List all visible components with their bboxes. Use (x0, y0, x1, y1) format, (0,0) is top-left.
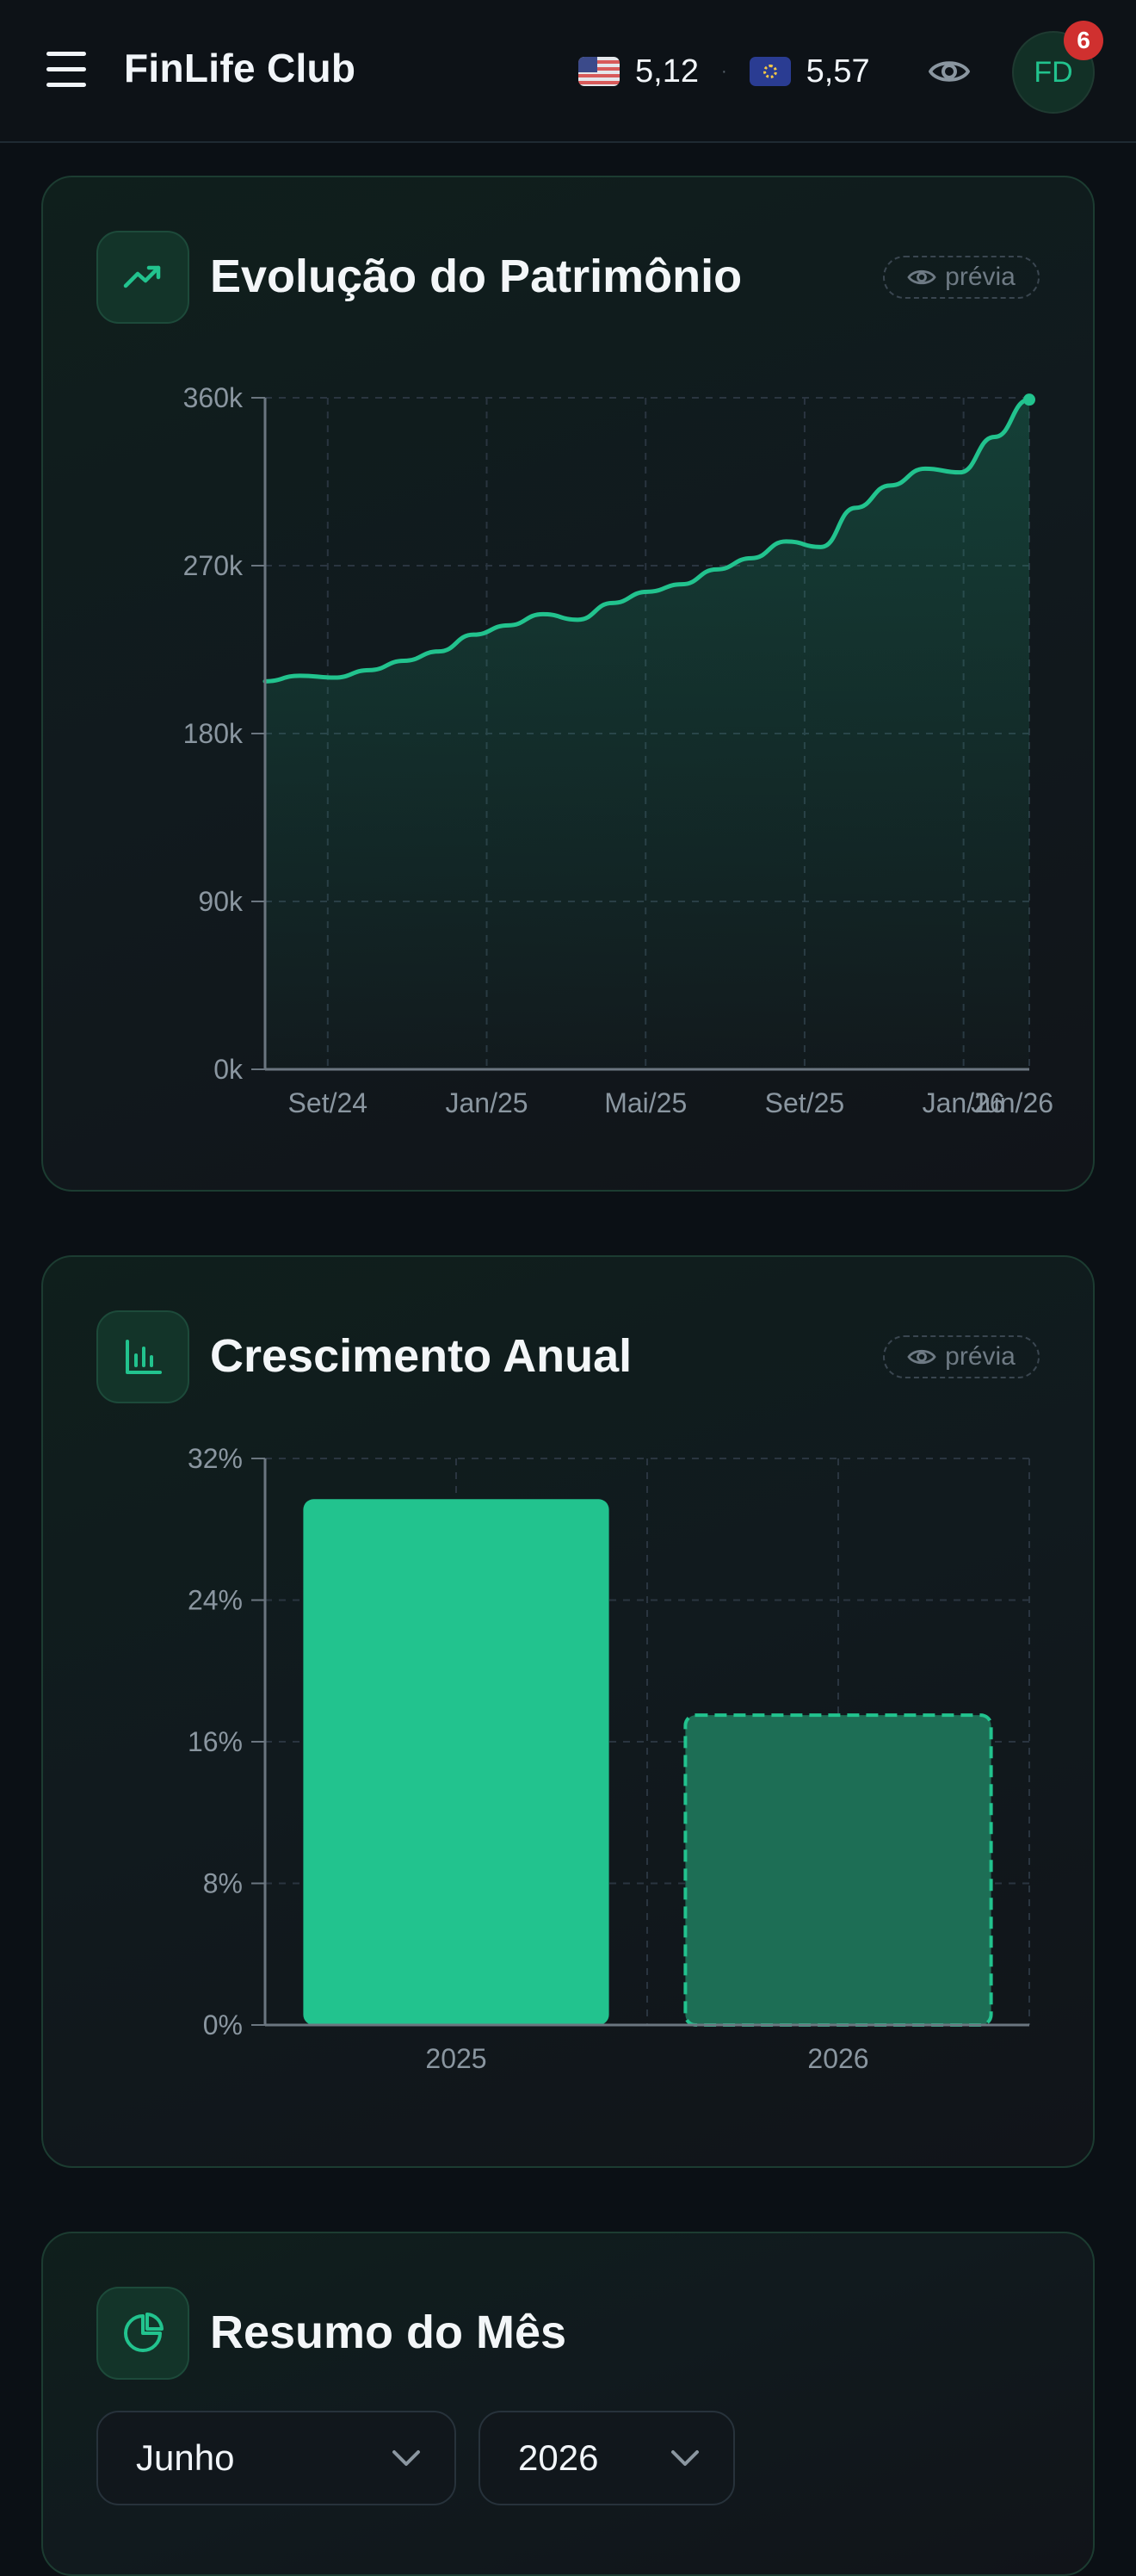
x-tick-label: Mai/25 (604, 1087, 687, 1118)
y-tick-label: 16% (188, 1726, 243, 1757)
notification-badge[interactable]: 6 (1064, 21, 1103, 60)
y-tick-label: 180k (183, 718, 244, 749)
month-summary-card: Resumo do Mês Junho 2026 (41, 2232, 1095, 2576)
chevron-down-icon (391, 2449, 422, 2468)
exchange-rates: 5,12 · 5,57 (578, 50, 870, 93)
usd-rate: 5,12 (635, 53, 699, 90)
eur-rate: 5,57 (806, 53, 870, 90)
app-title: FinLife Club (124, 45, 355, 91)
x-tick-label: Jun/26 (971, 1087, 1053, 1118)
x-tick-label: 2025 (425, 2043, 486, 2074)
y-tick-label: 90k (198, 886, 244, 917)
bar[interactable] (303, 1499, 608, 2025)
annual-growth-card: Crescimento Anual prévia 0% 8% 16% 24% 32% 20… (41, 1255, 1095, 2168)
y-tick-label: 270k (183, 550, 244, 581)
y-tick-label: 0% (203, 2009, 243, 2040)
data-point (1023, 393, 1035, 406)
x-tick-label: Set/24 (288, 1087, 368, 1118)
rate-separator: · (721, 62, 727, 82)
us-flag-icon (578, 57, 620, 86)
wealth-evolution-card: Evolução do Patrimônio prévia 0k 90k 180k 2… (41, 176, 1095, 1192)
eye-icon (907, 1347, 936, 1367)
year-select[interactable]: 2026 (478, 2411, 735, 2505)
trending-up-icon (96, 231, 189, 324)
card-title: Evolução do Patrimônio (210, 250, 742, 303)
card-title: Crescimento Anual (210, 1329, 632, 1383)
y-tick-label: 0k (213, 1054, 244, 1085)
toggle-visibility-icon[interactable] (928, 53, 971, 90)
bar-chart-icon (96, 1310, 189, 1403)
wealth-area-fill (265, 399, 1029, 1069)
month-select[interactable]: Junho (96, 2411, 456, 2505)
year-select-value: 2026 (518, 2437, 598, 2479)
pie-chart-icon (96, 2287, 189, 2380)
y-tick-label: 360k (183, 382, 244, 413)
month-select-value: Junho (136, 2437, 234, 2479)
eu-flag-icon (750, 57, 791, 86)
preview-label: prévia (945, 1342, 1016, 1372)
preview-badge[interactable]: prévia (883, 1335, 1040, 1378)
x-tick-label: Set/25 (765, 1087, 845, 1118)
eye-icon (907, 267, 936, 288)
x-tick-label: Jan/25 (445, 1087, 528, 1118)
x-tick-label: 2026 (807, 2043, 868, 2074)
y-tick-label: 32% (188, 1443, 243, 1474)
y-tick-label: 8% (203, 1868, 243, 1899)
wealth-area-chart: 0k 90k 180k 270k 360k Set/24 Jan/25 Mai/25 Set/2… (43, 332, 1096, 1193)
chevron-down-icon (670, 2449, 701, 2468)
growth-bar-chart: 0% 8% 16% 24% 32% 2025 2026 (43, 1412, 1096, 2170)
y-tick-label: 24% (188, 1585, 243, 1616)
bar-projected[interactable] (685, 1715, 991, 2025)
preview-badge[interactable]: prévia (883, 256, 1040, 299)
top-bar: FinLife Club 5,12 · 5,57 FD 6 (0, 0, 1136, 143)
card-title: Resumo do Mês (210, 2306, 566, 2359)
menu-icon[interactable] (46, 52, 86, 90)
preview-label: prévia (945, 263, 1016, 292)
